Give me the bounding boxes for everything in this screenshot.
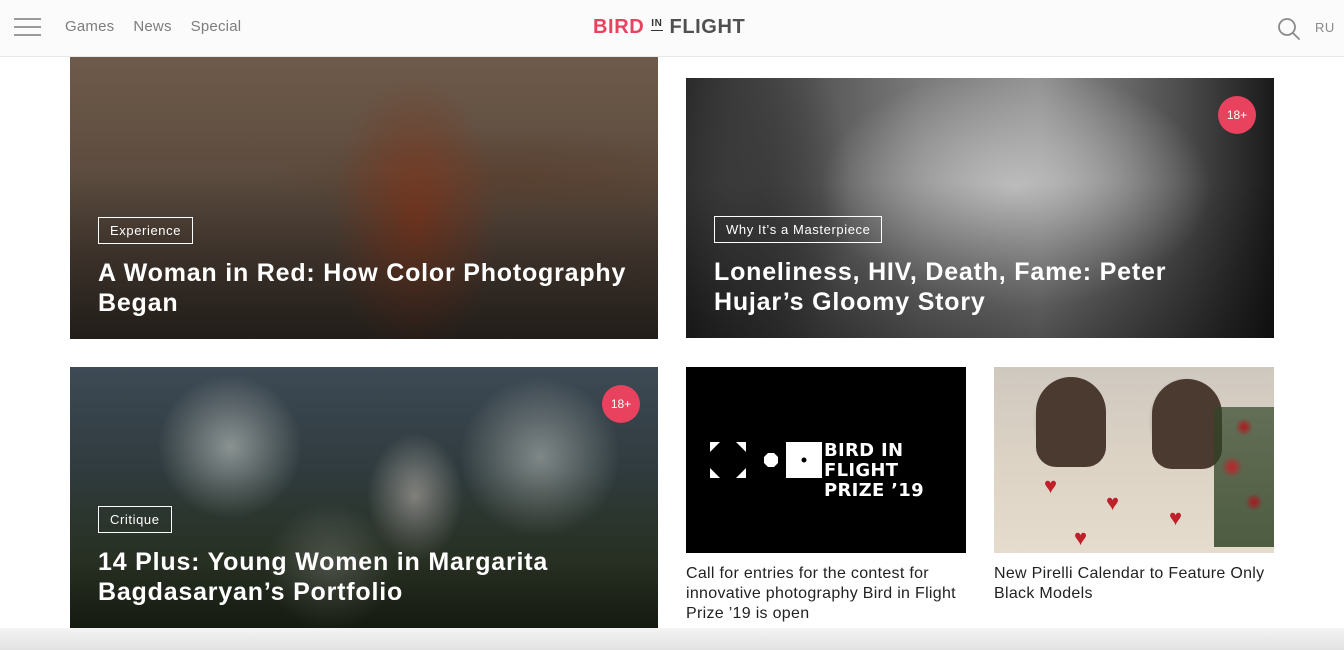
category-tag[interactable]: Experience xyxy=(98,217,194,244)
prize-logo-text: BIRD IN FLIGHT PRIZE ’19 xyxy=(824,441,966,501)
logo-in: IN xyxy=(651,17,663,31)
heart-shape: ♥ xyxy=(1106,490,1120,515)
category-tag[interactable]: Critique xyxy=(98,506,172,533)
article-title[interactable]: Loneliness, HIV, Death, Fame: Peter Huja… xyxy=(714,257,1254,317)
age-rating-badge: 18+ xyxy=(602,385,640,423)
article-card-woman-in-red[interactable]: Experience A Woman in Red: How Color Pho… xyxy=(70,57,658,339)
article-title[interactable]: A Woman in Red: How Color Photography Be… xyxy=(98,258,638,318)
page-bottom-fade xyxy=(0,628,1344,650)
age-rating-badge: 18+ xyxy=(1218,96,1256,134)
article-title[interactable]: 14 Plus: Young Women in Margarita Bagdas… xyxy=(98,547,638,607)
article-title-pirelli[interactable]: New Pirelli Calendar to Feature Only Bla… xyxy=(994,564,1274,604)
model-figure-left xyxy=(1036,377,1106,467)
model-figure-right xyxy=(1152,379,1222,469)
category-tag[interactable]: Why It’s a Masterpiece xyxy=(714,216,883,243)
prize-logo-line2: PRIZE ’19 xyxy=(824,480,924,501)
nav-games[interactable]: Games xyxy=(65,18,114,35)
logo-flight: FLIGHT xyxy=(669,16,746,38)
article-card-pirelli-image[interactable]: ♥ ♥ ♥ ♥ xyxy=(994,367,1274,553)
heart-shape: ♥ xyxy=(1169,505,1183,530)
heart-shape: ♥ xyxy=(1074,525,1088,550)
menu-icon[interactable] xyxy=(14,18,41,38)
prize-logo-line1: BIRD IN FLIGHT xyxy=(824,440,904,481)
article-card-prize-image[interactable]: BIRD IN FLIGHT PRIZE ’19 xyxy=(686,367,966,553)
site-header: Games News Special BIRD IN FLIGHT RU xyxy=(0,0,1344,57)
language-switch[interactable]: RU xyxy=(1315,20,1335,35)
roses-decoration xyxy=(1214,407,1274,547)
article-card-peter-hujar[interactable]: 18+ Why It’s a Masterpiece Loneliness, H… xyxy=(686,78,1274,338)
article-title-prize[interactable]: Call for entries for the contest for inn… xyxy=(686,564,956,624)
nav-special[interactable]: Special xyxy=(191,18,242,35)
nav-news[interactable]: News xyxy=(133,18,171,35)
heart-shape: ♥ xyxy=(1044,473,1058,498)
logo-bird: BIRD xyxy=(593,16,645,38)
search-icon[interactable] xyxy=(1277,17,1301,41)
site-logo[interactable]: BIRD IN FLIGHT xyxy=(593,16,745,39)
article-card-14-plus[interactable]: 18+ Critique 14 Plus: Young Women in Mar… xyxy=(70,367,658,628)
main-nav: Games News Special xyxy=(65,18,241,35)
prize-logo-icon xyxy=(710,442,822,478)
